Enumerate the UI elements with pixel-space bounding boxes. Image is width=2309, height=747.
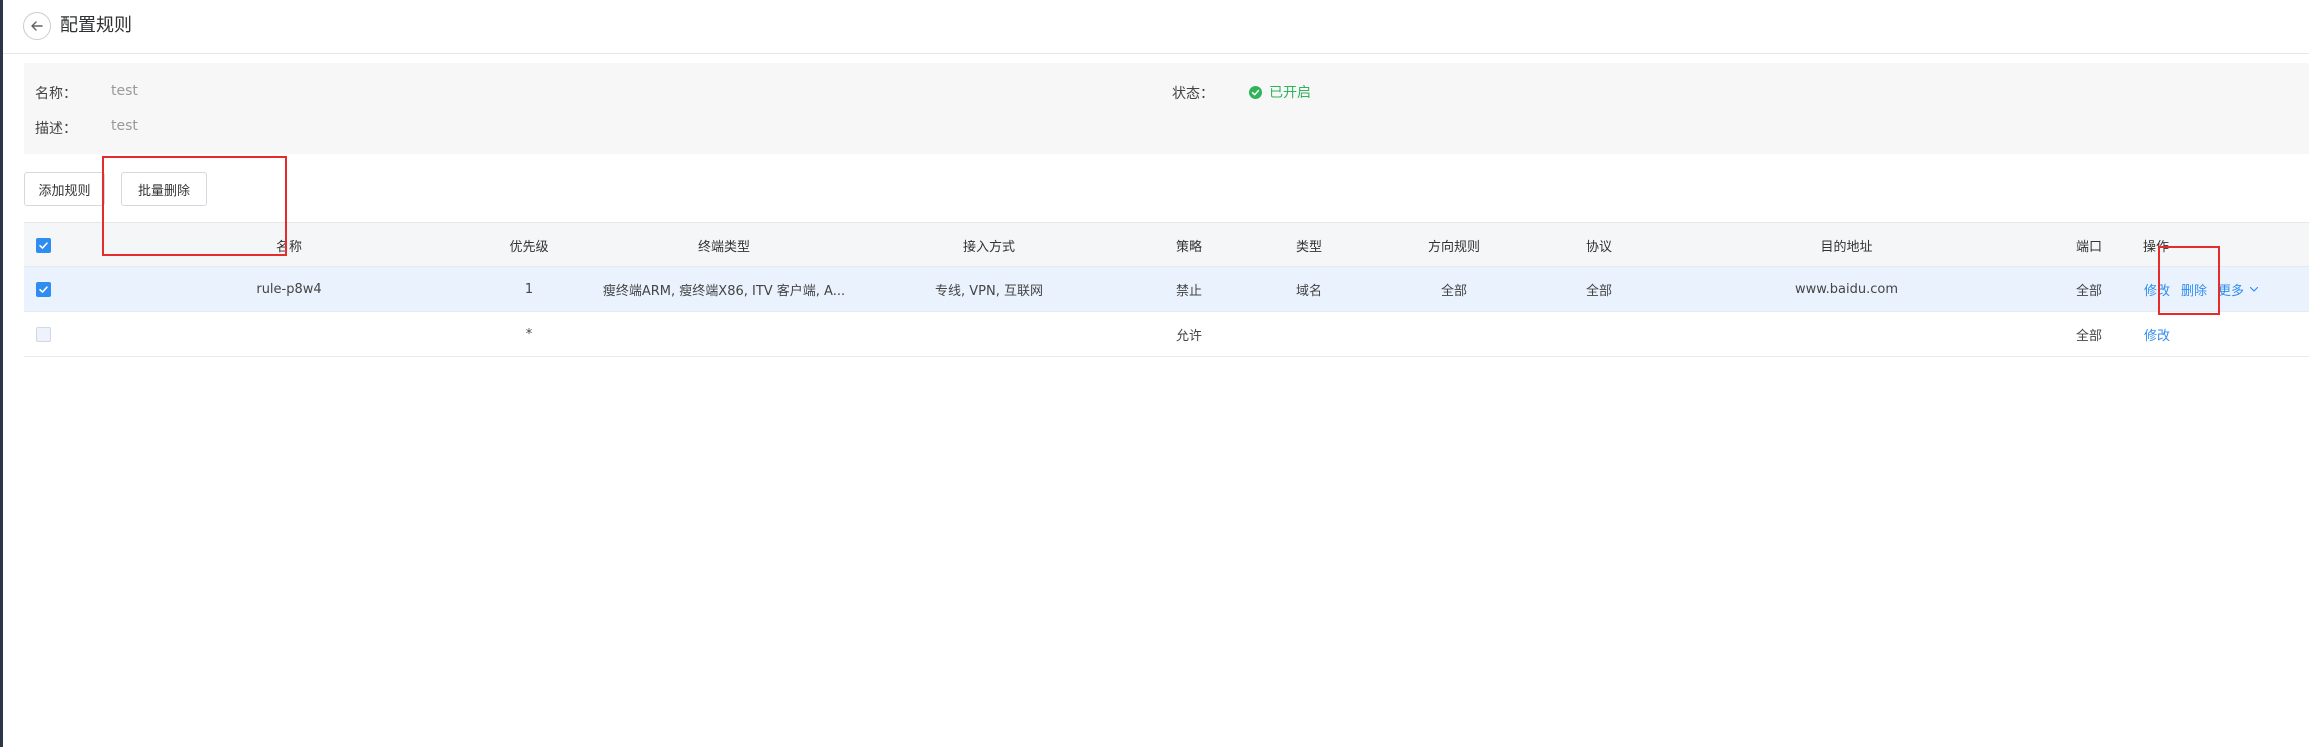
column-header-name: 名称: [275, 239, 302, 255]
cell-destination: [1744, 312, 1949, 356]
cell-access: [884, 312, 1094, 356]
column-header-protocol: 协议: [1585, 239, 1612, 255]
edit-link[interactable]: 修改: [2144, 280, 2170, 299]
cell-name: [184, 312, 394, 356]
more-dropdown[interactable]: 更多: [2218, 280, 2259, 299]
page-header: 配置规则: [3, 0, 2309, 54]
cell-terminal-type: 瘦终端ARM, 瘦终端X86, ITV 客户端, A...: [602, 283, 846, 299]
check-circle-icon: [1249, 85, 1262, 99]
column-header-destination: 目的地址: [1820, 239, 1873, 255]
row-actions: 修改 删除 更多: [2144, 267, 2259, 311]
row-checkbox[interactable]: [36, 327, 51, 342]
status-value: 已开启: [1269, 85, 1311, 101]
name-value: test: [111, 83, 138, 99]
delete-link[interactable]: 删除: [2181, 280, 2207, 299]
checkmark-icon: [39, 286, 48, 293]
cell-type: 域名: [1295, 283, 1322, 299]
cell-policy: 允许: [1175, 328, 1202, 344]
column-header-policy: 策略: [1175, 239, 1202, 255]
column-header-access: 接入方式: [962, 239, 1015, 255]
more-label: 更多: [2218, 283, 2245, 299]
column-header-terminal-type: 终端类型: [697, 239, 750, 255]
row-checkbox[interactable]: [36, 282, 51, 297]
table-header: 名称 优先级 终端类型 接入方式 策略 类型 方向规则 协议 目的地址 端口 操…: [24, 222, 2309, 267]
table-row: rule-p8w4 1 瘦终端ARM, 瘦终端X86, ITV 客户端, A..…: [24, 267, 2309, 312]
cell-name: rule-p8w4: [256, 281, 322, 297]
description-label: 描述：: [35, 121, 77, 137]
cell-port: 全部: [2075, 328, 2102, 344]
window-left-edge: [0, 0, 3, 747]
cell-destination: www.baidu.com: [1794, 281, 1899, 297]
column-header-actions: 操作: [2143, 239, 2170, 255]
column-header-direction: 方向规则: [1427, 239, 1480, 255]
cell-protocol: 全部: [1585, 283, 1612, 299]
back-button[interactable]: [23, 12, 51, 40]
cell-direction: 全部: [1440, 283, 1467, 299]
add-rule-button[interactable]: 添加规则: [24, 172, 105, 206]
select-all-checkbox[interactable]: [36, 238, 51, 253]
checkmark-icon: [39, 242, 48, 249]
cell-policy: 禁止: [1175, 283, 1202, 299]
rule-info-panel: [24, 63, 2309, 154]
chevron-down-icon: [2249, 286, 2259, 292]
description-value: test: [111, 118, 138, 134]
table-row: * 允许 全部 修改: [24, 312, 2309, 357]
column-header-port: 端口: [2075, 239, 2102, 255]
edit-link[interactable]: 修改: [2144, 325, 2170, 344]
page-title: 配置规则: [60, 15, 132, 36]
column-header-type: 类型: [1295, 239, 1322, 255]
arrow-left-icon: [31, 21, 43, 31]
batch-delete-button[interactable]: 批量删除: [121, 172, 207, 206]
status-indicator: 已开启: [1249, 82, 1311, 102]
cell-type: [1244, 312, 1374, 356]
status-label: 状态：: [1172, 86, 1214, 102]
cell-direction: [1369, 312, 1539, 356]
cell-terminal-type: [584, 312, 864, 356]
cell-protocol: [1534, 312, 1664, 356]
cell-port: 全部: [2075, 283, 2102, 299]
name-label: 名称：: [35, 86, 77, 102]
cell-access: 专线, VPN, 互联网: [935, 283, 1043, 299]
row-actions: 修改: [2144, 312, 2170, 356]
